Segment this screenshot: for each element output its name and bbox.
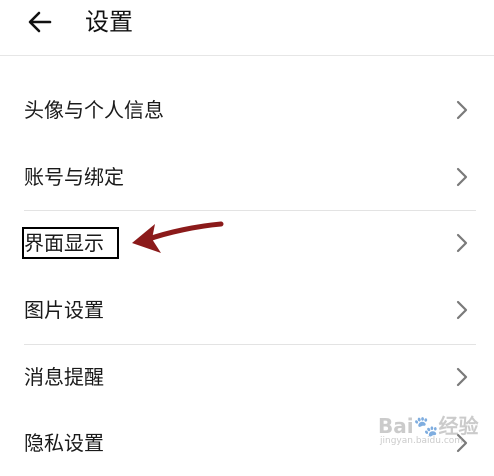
chevron-right-icon	[456, 167, 468, 187]
chevron-right-icon	[456, 233, 468, 253]
baidu-jingyan-watermark: Bai🐾经验 jingyan.baidu.com	[378, 408, 488, 452]
page-title: 设置	[85, 8, 133, 36]
settings-item-label: 消息提醒	[24, 365, 104, 389]
settings-item-display[interactable]: 界面显示	[0, 210, 494, 276]
settings-item-label: 头像与个人信息	[24, 98, 164, 122]
watermark-logo: Bai🐾经验	[378, 414, 479, 438]
arrow-left-icon[interactable]	[26, 8, 54, 36]
settings-item-notifications[interactable]: 消息提醒	[0, 344, 494, 410]
settings-item-image[interactable]: 图片设置	[0, 277, 494, 343]
watermark-url: jingyan.baidu.com	[380, 436, 464, 446]
settings-item-avatar-profile[interactable]: 头像与个人信息	[0, 77, 494, 143]
settings-item-label: 账号与绑定	[24, 165, 124, 189]
settings-item-account-binding[interactable]: 账号与绑定	[0, 144, 494, 210]
chevron-right-icon	[456, 100, 468, 120]
settings-item-label: 隐私设置	[24, 431, 104, 455]
app-header: 设置	[0, 0, 494, 56]
chevron-right-icon	[456, 300, 468, 320]
settings-item-label: 界面显示	[24, 231, 104, 255]
settings-item-label: 图片设置	[24, 298, 104, 322]
chevron-right-icon	[456, 367, 468, 387]
annotation-arrow-icon	[132, 221, 224, 253]
